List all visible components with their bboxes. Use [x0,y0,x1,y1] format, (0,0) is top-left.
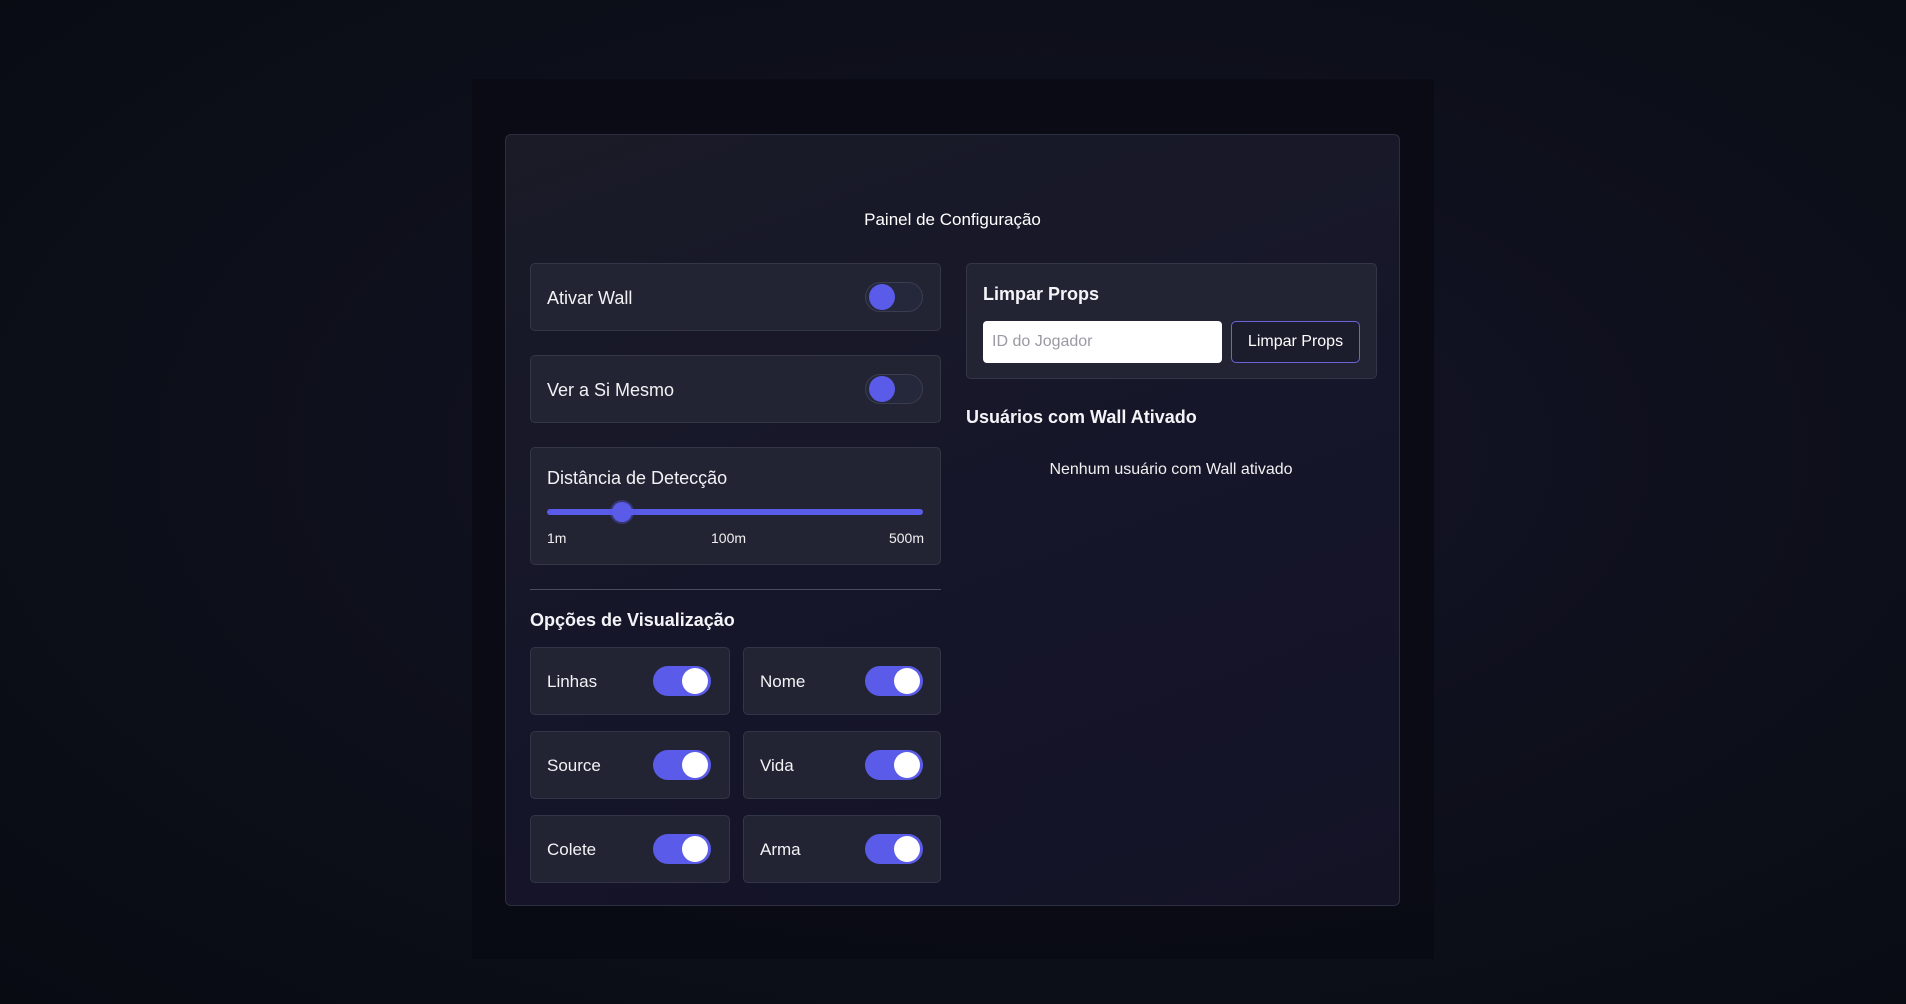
self-view-toggle-label: Ver a Si Mesmo [547,380,675,400]
option-toggle-knob [682,836,708,862]
option-label: Colete [547,840,597,859]
option-toggle-knob [682,752,708,778]
option-card-source: Source [530,731,730,799]
option-card-nome: Nome [743,647,941,715]
wall-toggle-knob [869,284,895,310]
option-toggle-knob [894,752,920,778]
option-label: Nome [760,672,806,691]
wall-toggle[interactable] [865,282,923,312]
clear-props-button[interactable]: Limpar Props [1231,321,1360,363]
self-view-toggle[interactable] [865,374,923,404]
option-label: Linhas [547,672,598,691]
distance-card: Distância de Detecção 1m 100m 500m [530,447,941,565]
distance-slider-thumb[interactable] [611,502,632,522]
distance-max-label: 500m [888,530,924,546]
option-toggle-arma[interactable] [865,834,923,864]
config-panel: Painel de Configuração Ativar Wall Ver a… [505,134,1400,906]
clear-props-card: Limpar Props Limpar Props [966,263,1377,379]
wall-users-empty-message: Nenhum usuário com Wall ativado [1049,461,1293,478]
distance-label: Distância de Detecção [547,468,728,488]
option-toggle-colete[interactable] [653,834,711,864]
distance-min-label: 1m [547,530,567,546]
player-id-input[interactable] [983,321,1222,363]
distance-mid-label: 100m [711,530,747,546]
option-label: Arma [760,840,801,859]
section-divider [530,589,941,590]
clear-props-title: Limpar Props [983,284,1100,304]
panel-title: Painel de Configuração [864,210,1041,229]
option-toggle-vida[interactable] [865,750,923,780]
option-label: Vida [760,756,794,775]
option-card-arma: Arma [743,815,941,883]
option-toggle-nome[interactable] [865,666,923,696]
distance-slider[interactable] [547,502,923,522]
self-view-toggle-card: Ver a Si Mesmo [530,355,941,423]
option-toggle-linhas[interactable] [653,666,711,696]
option-card-colete: Colete [530,815,730,883]
self-view-toggle-knob [869,376,895,402]
wall-toggle-card: Ativar Wall [530,263,941,331]
option-toggle-knob [894,836,920,862]
option-toggle-source[interactable] [653,750,711,780]
option-card-linhas: Linhas [530,647,730,715]
wall-users-title: Usuários com Wall Ativado [966,407,1197,427]
option-toggle-knob [682,668,708,694]
option-toggle-knob [894,668,920,694]
wall-toggle-label: Ativar Wall [547,288,633,308]
option-label: Source [547,756,601,775]
option-card-vida: Vida [743,731,941,799]
visual-options-title: Opções de Visualização [530,610,735,630]
